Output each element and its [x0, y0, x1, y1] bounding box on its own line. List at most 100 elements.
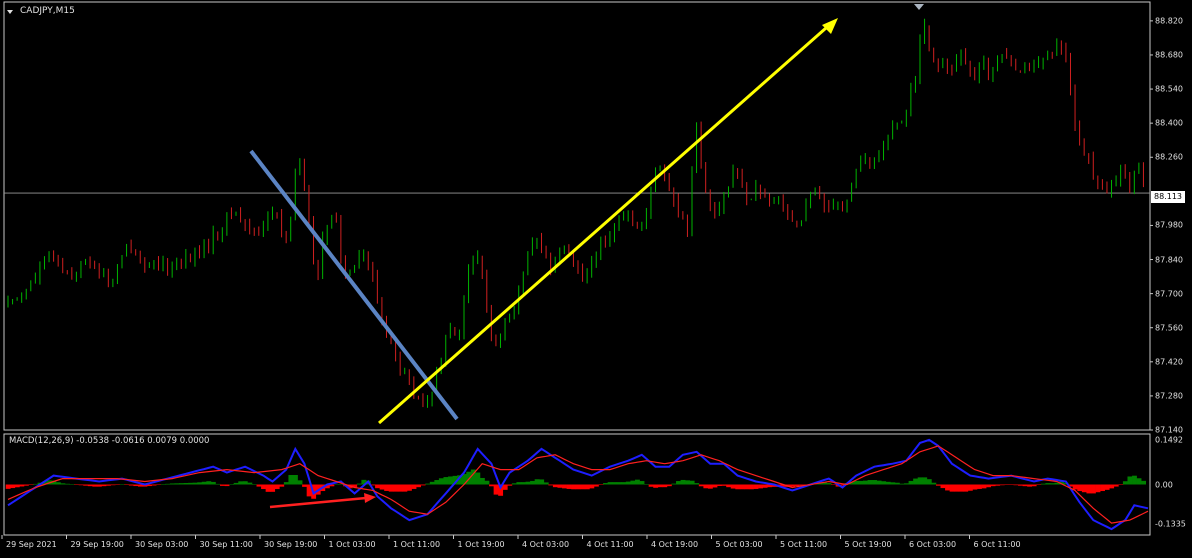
chart-canvas[interactable]	[0, 0, 1192, 558]
macd-histogram-bar	[562, 484, 567, 489]
macd-histogram-bar	[1081, 484, 1087, 493]
macd-histogram-bar	[739, 484, 745, 490]
macd-histogram-bar	[302, 484, 307, 487]
macd-histogram-bar	[224, 484, 230, 487]
price-axis-tick: 88.540	[1155, 84, 1183, 94]
time-axis-tick: 6 Oct 03:00	[909, 540, 957, 549]
triangle-down-icon[interactable]	[7, 10, 13, 14]
macd-histogram-bar	[977, 484, 982, 489]
price-pane-frame	[3, 1, 1151, 431]
macd-histogram-bar	[434, 480, 440, 485]
candlestick-series[interactable]	[7, 18, 1144, 408]
macd-histogram-bar	[448, 476, 453, 485]
macd-histogram-bar	[1040, 483, 1046, 485]
macd-histogram-bar	[124, 484, 130, 485]
macd-histogram-bar	[334, 484, 339, 485]
time-axis-tick: 4 Oct 03:00	[522, 540, 570, 549]
macd-histogram-bar	[375, 484, 380, 489]
macd-histogram-bar	[958, 484, 964, 492]
macd-histogram-bar	[1127, 476, 1133, 485]
macd-histogram-bar	[972, 484, 978, 490]
macd-histogram-bar	[388, 484, 394, 492]
macd-histogram-bar	[215, 483, 221, 485]
macd-indicator[interactable]	[5, 438, 1149, 531]
macd-histogram-bar	[584, 484, 590, 490]
macd-histogram-bar	[749, 484, 754, 490]
macd-histogram-bar	[379, 484, 385, 490]
macd-histogram-bar	[758, 484, 763, 489]
uptrend-arrow[interactable]	[378, 26, 827, 425]
macd-histogram-bar	[899, 483, 905, 485]
macd-histogram-bar	[115, 484, 121, 485]
macd-histogram-bar	[1008, 484, 1014, 485]
macd-histogram-bar	[101, 484, 107, 487]
chart-window[interactable]: CADJPY,M15 MACD(12,26,9) -0.0538 -0.0616…	[0, 0, 1192, 558]
macd-histogram-bar	[963, 484, 969, 492]
macd-histogram-bar	[753, 484, 759, 489]
arrowhead-icon	[822, 18, 838, 34]
macd-histogram-bar	[19, 484, 25, 487]
macd-histogram-bar	[1018, 484, 1023, 486]
macd-histogram-bar	[639, 481, 645, 485]
macd-histogram-bar	[110, 484, 116, 486]
macd-histogram-bar	[174, 483, 180, 485]
macd-histogram-bar	[671, 483, 677, 485]
macd-histogram-bar	[511, 483, 517, 485]
macd-histogram-bar	[1136, 478, 1142, 485]
macd-histogram-bar	[242, 481, 248, 485]
macd-histogram-bar	[229, 484, 235, 485]
time-axis-tick: 1 Oct 19:00	[457, 540, 505, 549]
macd-histogram-bar	[876, 480, 882, 485]
macd-histogram-bar	[1027, 484, 1033, 487]
triangle-down-icon[interactable]	[914, 4, 924, 10]
macd-histogram-bar	[826, 483, 832, 485]
macd-histogram-bar	[156, 484, 162, 485]
macd-histogram-bar	[1113, 484, 1119, 487]
macd-histogram-bar	[630, 480, 636, 485]
macd-histogram-bar	[954, 484, 960, 492]
macd-histogram-bar	[831, 484, 836, 485]
macd-histogram-bar	[416, 484, 421, 488]
macd-histogram-bar	[438, 478, 444, 485]
macd-histogram-bar	[33, 483, 38, 485]
macd-histogram-bar	[1031, 484, 1037, 487]
macd-histogram-bar	[151, 484, 157, 486]
drawn-objects[interactable]	[249, 18, 838, 425]
macd-histogram-bar	[83, 484, 89, 486]
macd-histogram-bar	[657, 484, 663, 488]
macd-histogram-bar	[995, 484, 1001, 486]
time-axis-tick: 5 Oct 03:00	[715, 540, 763, 549]
macd-histogram-bar	[233, 482, 239, 485]
macd-histogram-bar	[1077, 484, 1083, 492]
macd-histogram-bar	[74, 484, 79, 485]
price-axis-tick: 88.680	[1155, 50, 1183, 60]
time-axis-tick: 30 Sep 03:00	[135, 540, 189, 549]
macd-histogram-bar	[1049, 483, 1055, 485]
macd-histogram-bar	[894, 482, 900, 485]
macd-histogram-bar	[397, 484, 403, 492]
macd-histogram-bar	[507, 484, 513, 486]
macd-histogram-bar	[1036, 484, 1042, 485]
downtrend-line[interactable]	[249, 149, 459, 421]
macd-label: MACD(12,26,9) -0.0538 -0.0616 0.0079 0.0…	[9, 436, 210, 446]
macd-histogram-bar	[411, 484, 417, 489]
macd-histogram-bar	[986, 484, 991, 488]
macd-histogram-bar	[552, 484, 558, 488]
time-axis-tick: 4 Oct 11:00	[586, 540, 634, 549]
macd-histogram-bar	[160, 484, 166, 485]
macd-histogram-bar	[402, 484, 408, 492]
macd-histogram-bar	[256, 484, 262, 487]
divergence-arrow[interactable]	[269, 496, 367, 509]
macd-histogram-bar	[530, 480, 535, 485]
price-axis-tick: 87.560	[1155, 323, 1183, 333]
time-axis-tick: 5 Oct 19:00	[844, 540, 892, 549]
macd-histogram-bar	[10, 484, 16, 489]
time-axis-tick: 29 Sep 19:00	[70, 540, 124, 549]
macd-histogram-bar	[735, 484, 741, 490]
macd-histogram-bar	[1122, 481, 1128, 485]
time-axis-tick: 30 Sep 19:00	[264, 540, 318, 549]
macd-histogram-bar	[443, 477, 449, 485]
macd-histogram-bar	[502, 484, 508, 490]
macd-histogram-bar	[881, 481, 887, 485]
macd-histogram-bar	[644, 484, 649, 485]
